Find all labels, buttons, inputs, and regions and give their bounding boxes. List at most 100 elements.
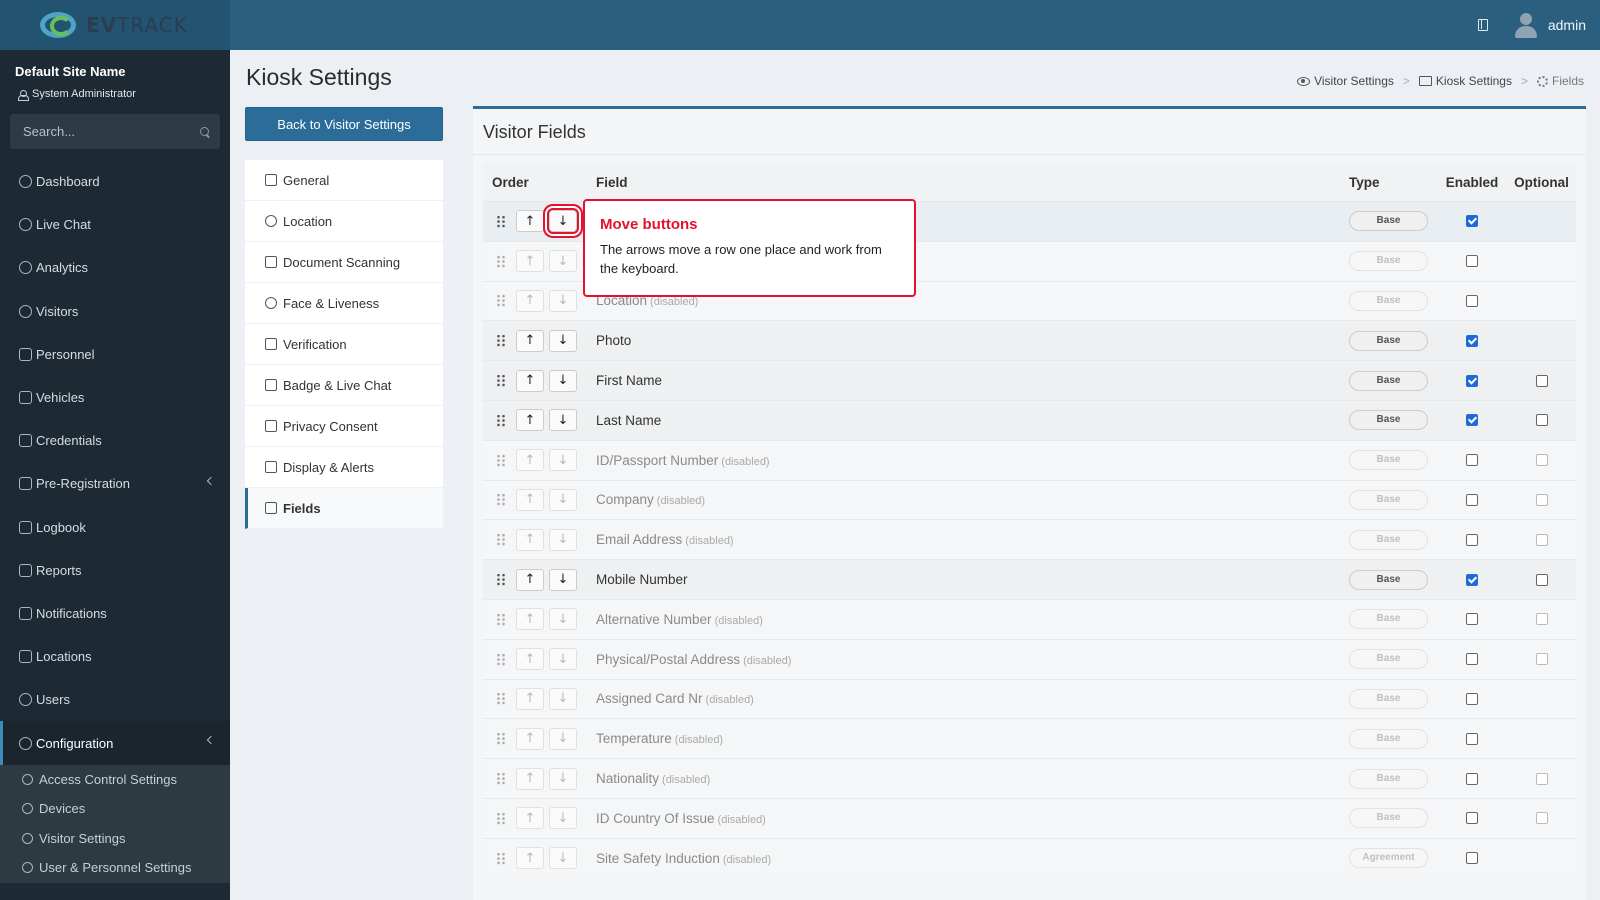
drag-handle-icon[interactable] <box>496 692 506 706</box>
drag-handle-icon[interactable] <box>496 772 506 786</box>
enabled-checkbox[interactable] <box>1466 812 1478 825</box>
sidebar-item-notifications[interactable]: Notifications <box>0 592 230 635</box>
book-icon[interactable] <box>1477 19 1488 31</box>
drag-handle-icon[interactable] <box>496 294 506 308</box>
move-down-button[interactable]: ↓ <box>549 648 577 671</box>
enabled-checkbox[interactable] <box>1466 692 1478 705</box>
move-down-button[interactable]: ↓ <box>549 727 577 750</box>
move-up-button[interactable]: ↑ <box>516 329 544 352</box>
settings-menu-face-liveness[interactable]: Face & Liveness <box>245 283 443 324</box>
optional-checkbox[interactable] <box>1535 613 1548 626</box>
enabled-checkbox[interactable] <box>1466 294 1478 307</box>
sidebar-item-pre-registration[interactable]: Pre-Registration <box>0 462 230 505</box>
drag-handle-icon[interactable] <box>496 214 506 228</box>
drag-handle-icon[interactable] <box>496 612 506 626</box>
user-menu[interactable]: admin <box>1514 12 1586 38</box>
logo[interactable]: EVTRACK <box>0 0 230 50</box>
settings-menu-privacy-consent[interactable]: Privacy Consent <box>245 406 443 447</box>
settings-menu-general[interactable]: General <box>245 160 443 201</box>
sidebar-item-users[interactable]: Users <box>0 678 230 721</box>
enabled-checkbox[interactable] <box>1466 374 1478 387</box>
drag-handle-icon[interactable] <box>496 573 506 587</box>
breadcrumb-visitor-settings[interactable]: Visitor Settings <box>1297 74 1394 88</box>
enabled-checkbox[interactable] <box>1466 613 1478 626</box>
drag-handle-icon[interactable] <box>496 732 506 746</box>
drag-handle-icon[interactable] <box>496 851 506 865</box>
enabled-checkbox[interactable] <box>1466 732 1478 745</box>
move-down-button[interactable]: ↓ <box>549 329 577 352</box>
enabled-checkbox[interactable] <box>1466 533 1478 546</box>
move-up-button[interactable]: ↑ <box>516 807 544 830</box>
enabled-checkbox[interactable] <box>1466 454 1478 467</box>
move-up-button[interactable]: ↑ <box>516 528 544 551</box>
search-input[interactable] <box>23 124 200 139</box>
move-down-button[interactable]: ↓ <box>549 409 577 432</box>
optional-checkbox[interactable] <box>1535 374 1548 387</box>
sidebar-item-analytics[interactable]: Analytics <box>0 246 230 289</box>
sidebar-item-configuration[interactable]: Configuration <box>0 721 230 765</box>
enabled-checkbox[interactable] <box>1466 852 1478 865</box>
back-to-visitor-settings-button[interactable]: Back to Visitor Settings <box>245 107 443 141</box>
move-down-button[interactable]: ↓ <box>549 687 577 710</box>
sidebar-item-logbook[interactable]: Logbook <box>0 506 230 549</box>
optional-checkbox[interactable] <box>1535 653 1548 666</box>
move-down-button[interactable]: ↓ <box>549 608 577 631</box>
move-down-button[interactable]: ↓ <box>549 847 577 870</box>
breadcrumb-kiosk-settings[interactable]: Kiosk Settings <box>1418 74 1512 88</box>
move-up-button[interactable]: ↑ <box>516 369 544 392</box>
settings-menu-badge-live-chat[interactable]: Badge & Live Chat <box>245 365 443 406</box>
sidebar-item-personnel[interactable]: Personnel <box>0 333 230 376</box>
settings-menu-fields[interactable]: Fields <box>245 488 443 529</box>
move-up-button[interactable]: ↑ <box>516 449 544 472</box>
move-down-button[interactable]: ↓ <box>549 369 577 392</box>
sidebar-item-live-chat[interactable]: Live Chat <box>0 203 230 246</box>
drag-handle-icon[interactable] <box>496 811 506 825</box>
optional-checkbox[interactable] <box>1535 493 1548 506</box>
enabled-checkbox[interactable] <box>1466 493 1478 506</box>
move-up-button[interactable]: ↑ <box>516 210 544 233</box>
optional-checkbox[interactable] <box>1535 414 1548 427</box>
sidebar-item-reports[interactable]: Reports <box>0 549 230 592</box>
move-up-button[interactable]: ↑ <box>516 767 544 790</box>
move-up-button[interactable]: ↑ <box>516 648 544 671</box>
sidebar-item-visitors[interactable]: Visitors <box>0 290 230 333</box>
move-down-button[interactable]: ↓ <box>549 250 577 273</box>
drag-handle-icon[interactable] <box>496 334 506 348</box>
move-up-button[interactable]: ↑ <box>516 289 544 312</box>
drag-handle-icon[interactable] <box>496 413 506 427</box>
enabled-checkbox[interactable] <box>1466 573 1478 586</box>
drag-handle-icon[interactable] <box>496 493 506 507</box>
settings-menu-document-scanning[interactable]: Document Scanning <box>245 242 443 283</box>
drag-handle-icon[interactable] <box>496 652 506 666</box>
move-down-button[interactable]: ↓ <box>549 528 577 551</box>
settings-menu-display-alerts[interactable]: Display & Alerts <box>245 447 443 488</box>
move-down-button[interactable]: ↓ <box>549 449 577 472</box>
drag-handle-icon[interactable] <box>496 453 506 467</box>
enabled-checkbox[interactable] <box>1466 414 1478 427</box>
drag-handle-icon[interactable] <box>496 374 506 388</box>
sidebar-subitem-user-personnel[interactable]: User & Personnel Settings <box>0 853 230 883</box>
optional-checkbox[interactable] <box>1535 533 1548 546</box>
sidebar-subitem-access-control[interactable]: Access Control Settings <box>0 765 230 795</box>
sidebar-subitem-visitor-settings[interactable]: Visitor Settings <box>0 824 230 854</box>
search-icon[interactable] <box>200 126 210 137</box>
enabled-checkbox[interactable] <box>1466 334 1478 347</box>
move-up-button[interactable]: ↑ <box>516 687 544 710</box>
drag-handle-icon[interactable] <box>496 254 506 268</box>
sidebar-item-credentials[interactable]: Credentials <box>0 419 230 462</box>
move-down-button[interactable]: ↓ <box>549 289 577 312</box>
optional-checkbox[interactable] <box>1535 772 1548 785</box>
drag-handle-icon[interactable] <box>496 533 506 547</box>
move-down-button[interactable]: ↓ <box>549 568 577 591</box>
enabled-checkbox[interactable] <box>1466 215 1478 228</box>
move-down-button[interactable]: ↓ <box>549 807 577 830</box>
move-down-button[interactable]: ↓ <box>549 488 577 511</box>
enabled-checkbox[interactable] <box>1466 653 1478 666</box>
move-up-button[interactable]: ↑ <box>516 568 544 591</box>
sidebar-item-locations[interactable]: Locations <box>0 635 230 678</box>
move-up-button[interactable]: ↑ <box>516 608 544 631</box>
move-up-button[interactable]: ↑ <box>516 409 544 432</box>
optional-checkbox[interactable] <box>1535 454 1548 467</box>
sidebar-item-dashboard[interactable]: Dashboard <box>0 160 230 203</box>
move-down-button[interactable]: ↓ <box>549 767 577 790</box>
